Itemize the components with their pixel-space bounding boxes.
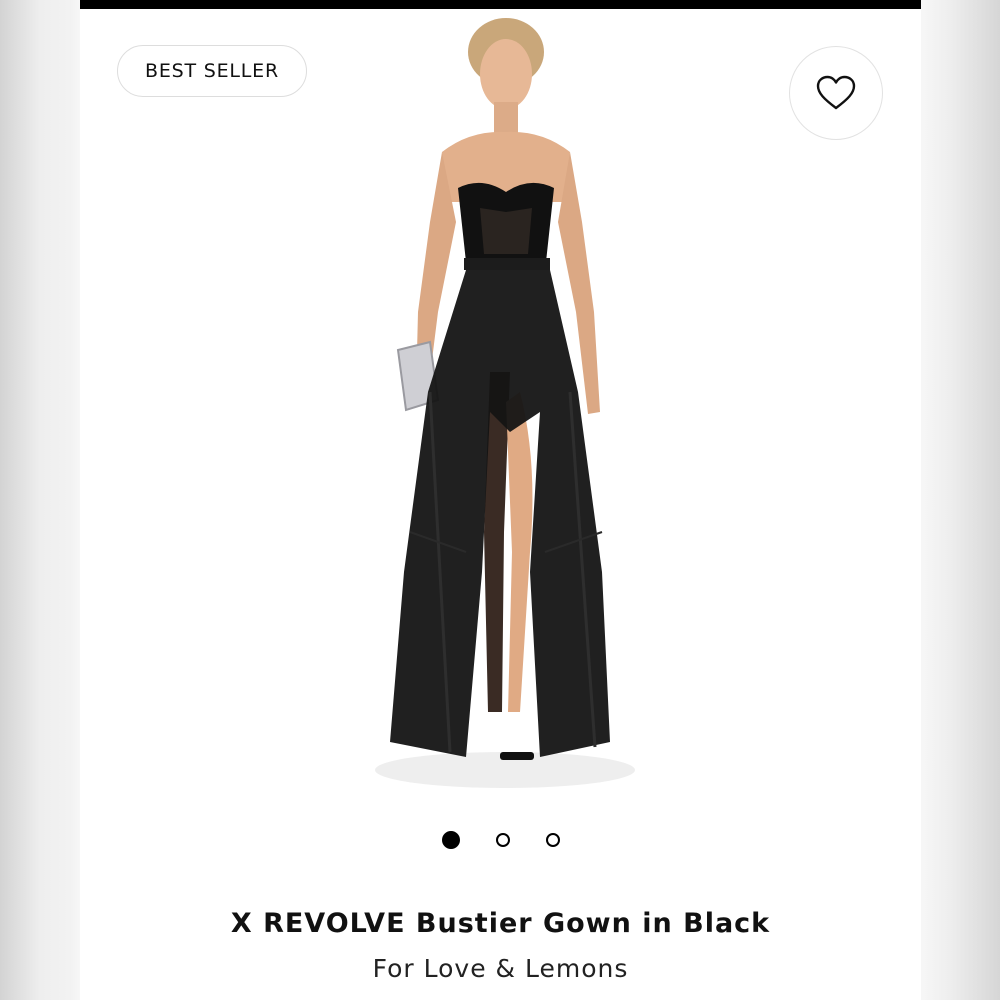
best-seller-badge-label: BEST SELLER (145, 60, 279, 82)
product-title[interactable]: X REVOLVE Bustier Gown in Black (80, 908, 921, 939)
product-card: BEST SELLER X REVOLVE Bustier Gown in Bl… (80, 0, 921, 1000)
top-bar (80, 0, 921, 9)
carousel-dot-2[interactable] (495, 833, 510, 847)
carousel-dot-1[interactable] (441, 831, 460, 849)
product-image[interactable] (370, 12, 640, 792)
best-seller-badge: BEST SELLER (117, 45, 307, 97)
wishlist-button[interactable] (789, 46, 883, 140)
carousel-dot-3[interactable] (545, 833, 560, 847)
heart-icon (816, 75, 856, 110)
product-brand[interactable]: For Love & Lemons (80, 954, 921, 983)
carousel-dots (80, 830, 921, 850)
